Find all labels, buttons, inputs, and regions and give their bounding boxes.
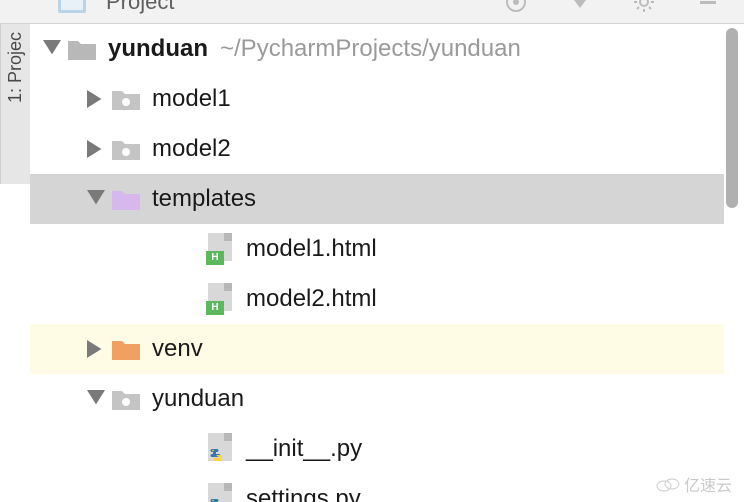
- gear-icon[interactable]: [632, 0, 656, 20]
- tree-item-label: __init__.py: [246, 435, 362, 463]
- chevron-right-icon[interactable]: [82, 135, 110, 163]
- topbar: Project: [0, 0, 744, 24]
- tree-item-label: settings.py: [246, 485, 361, 502]
- tree-item-model1[interactable]: model1: [30, 74, 724, 124]
- topbar-title-text: Project: [106, 0, 174, 15]
- chevron-down-icon[interactable]: [38, 35, 66, 63]
- root-path: ~/PycharmProjects/yunduan: [220, 35, 521, 63]
- tree-item-venv[interactable]: venv: [30, 324, 724, 374]
- watermark: 亿速云: [656, 472, 732, 496]
- tree-item-label: model2.html: [246, 285, 377, 313]
- tree-item-label: yunduan: [152, 385, 244, 413]
- python-file-icon: [204, 433, 236, 465]
- tree-item-label: model2: [152, 135, 231, 163]
- tree-item-label: venv: [152, 335, 203, 363]
- tree-item-label: model1.html: [246, 235, 377, 263]
- project-icon: [56, 0, 88, 18]
- templates-folder-icon: [110, 183, 142, 215]
- side-tab-label: 1: Projec: [5, 32, 26, 103]
- topbar-icons: [504, 0, 720, 20]
- chevron-down-icon[interactable]: [82, 185, 110, 213]
- python-file-icon: [204, 483, 236, 502]
- collapse-icon[interactable]: [568, 0, 592, 20]
- tree-item-model2[interactable]: model2: [30, 124, 724, 174]
- package-folder-icon: [110, 133, 142, 165]
- tree-item-init-py[interactable]: __init__.py: [30, 424, 724, 474]
- tree-root[interactable]: yunduan ~/PycharmProjects/yunduan: [30, 24, 724, 74]
- tree-item-settings-py[interactable]: settings.py: [30, 474, 724, 502]
- venv-folder-icon: [110, 333, 142, 365]
- side-tab-project[interactable]: 1: Projec: [0, 24, 30, 184]
- package-folder-icon: [110, 83, 142, 115]
- root-name: yunduan: [108, 35, 208, 63]
- html-file-icon: H: [204, 283, 236, 315]
- tree-item-label: templates: [152, 185, 256, 213]
- tree-item-model1-html[interactable]: H model1.html: [30, 224, 724, 274]
- tree-item-templates[interactable]: templates: [30, 174, 724, 224]
- scrollbar[interactable]: [726, 28, 738, 208]
- folder-icon: [66, 33, 98, 65]
- project-tree: yunduan ~/PycharmProjects/yunduan model1…: [30, 24, 724, 502]
- tree-item-yunduan-pkg[interactable]: yunduan: [30, 374, 724, 424]
- tree-item-model2-html[interactable]: H model2.html: [30, 274, 724, 324]
- tree-item-label: model1: [152, 85, 231, 113]
- chevron-right-icon[interactable]: [82, 85, 110, 113]
- html-file-icon: H: [204, 233, 236, 265]
- hide-icon[interactable]: [696, 0, 720, 20]
- chevron-right-icon[interactable]: [82, 335, 110, 363]
- topbar-title: Project: [56, 0, 174, 18]
- package-folder-icon: [110, 383, 142, 415]
- target-icon[interactable]: [504, 0, 528, 20]
- chevron-down-icon[interactable]: [82, 385, 110, 413]
- watermark-text: 亿速云: [684, 472, 732, 496]
